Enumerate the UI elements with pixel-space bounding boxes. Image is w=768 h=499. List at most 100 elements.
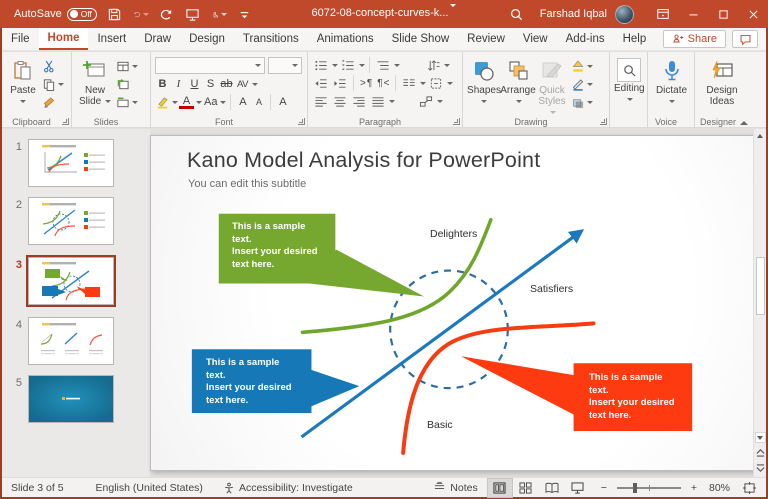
text-shadow-button[interactable]: S <box>203 76 218 92</box>
slide-sorter-view-button[interactable] <box>513 478 539 498</box>
accessibility-status[interactable]: Accessibility: Investigate <box>214 482 362 494</box>
align-right-button[interactable] <box>350 93 368 109</box>
zoom-slider-thumb[interactable] <box>633 483 637 493</box>
italic-button[interactable]: I <box>171 76 186 92</box>
tab-design[interactable]: Design <box>180 28 234 50</box>
red-callout-text[interactable]: This is a sample text. Insert your desir… <box>589 372 691 422</box>
red-callout-tail[interactable] <box>461 356 575 415</box>
clipboard-dialog-launcher[interactable] <box>62 118 69 125</box>
dictate-button[interactable]: Dictate <box>652 55 691 107</box>
font-name-combo[interactable] <box>155 57 265 74</box>
ribbon-display-options-icon[interactable] <box>648 0 678 28</box>
design-ideas-button[interactable]: Design Ideas <box>699 55 745 107</box>
thumbnail-slide-3-selected[interactable]: 3 <box>2 257 150 305</box>
paragraph-marks-left-button[interactable]: ¶< <box>375 75 391 91</box>
scrollbar-thumb[interactable] <box>756 257 765 315</box>
user-name[interactable]: Farshad Iqbal <box>540 8 607 20</box>
slide-show-button[interactable] <box>565 478 591 498</box>
thumbnail-slide-4[interactable]: 4 <box>2 317 150 365</box>
font-dialog-launcher[interactable] <box>298 118 305 125</box>
tab-insert[interactable]: Insert <box>88 28 135 50</box>
character-spacing-dropdown[interactable] <box>252 83 258 86</box>
align-text-button[interactable] <box>427 75 445 91</box>
green-callout-text[interactable]: This is a sample text. Insert your desir… <box>232 221 334 271</box>
columns-button[interactable] <box>400 75 418 91</box>
align-left-button[interactable] <box>312 93 330 109</box>
tab-view[interactable]: View <box>514 28 557 50</box>
clear-formatting-button[interactable]: A <box>275 94 290 110</box>
tab-transitions[interactable]: Transitions <box>234 28 308 50</box>
slide-canvas[interactable]: Kano Model Analysis for PowerPoint You c… <box>150 135 754 471</box>
grow-font-button[interactable]: A <box>235 94 250 110</box>
scroll-down-icon[interactable] <box>755 432 766 443</box>
strikethrough-button[interactable]: ab <box>219 76 234 92</box>
zoom-level[interactable]: 80% <box>703 482 736 494</box>
document-title[interactable]: 6072-08-concept-curves-k... <box>312 7 449 19</box>
slide-4-preview[interactable] <box>28 317 114 365</box>
touch-mouse-mode-icon[interactable] <box>211 6 227 22</box>
thumbnail-slide-1[interactable]: 1 <box>2 139 150 187</box>
undo-icon[interactable] <box>133 6 149 22</box>
tab-add-ins[interactable]: Add-ins <box>557 28 614 50</box>
tab-file[interactable]: File <box>2 28 39 50</box>
satisfiers-label[interactable]: Satisfiers <box>530 283 573 295</box>
blue-callout-text[interactable]: This is a sample text. Insert your desir… <box>206 357 308 407</box>
tab-help[interactable]: Help <box>614 28 656 50</box>
comments-button[interactable] <box>732 30 758 48</box>
autosave-switch[interactable]: Off <box>67 8 97 21</box>
notes-button[interactable]: Notes <box>424 482 486 494</box>
search-icon[interactable] <box>502 0 532 28</box>
quick-styles-button[interactable]: Quick Styles <box>535 55 569 118</box>
scroll-up-icon[interactable] <box>755 129 766 142</box>
title-dropdown-icon[interactable] <box>450 4 456 19</box>
list-level-button[interactable] <box>374 57 392 73</box>
highlight-color-button[interactable] <box>155 94 170 110</box>
shrink-font-button[interactable]: A <box>251 94 266 110</box>
font-size-combo[interactable] <box>268 57 302 74</box>
previous-slide-button[interactable] <box>755 446 766 459</box>
basic-label[interactable]: Basic <box>427 419 453 431</box>
new-slide-button[interactable]: New Slide <box>76 55 114 107</box>
justify-button[interactable] <box>369 93 387 109</box>
font-color-button[interactable]: A <box>179 95 194 109</box>
align-center-button[interactable] <box>331 93 349 109</box>
share-button[interactable]: Share <box>663 30 726 48</box>
customize-qat-icon[interactable] <box>237 6 253 22</box>
underline-button[interactable]: U <box>187 76 202 92</box>
slide-5-preview[interactable] <box>28 375 114 423</box>
vertical-scrollbar[interactable] <box>753 129 766 477</box>
drawing-dialog-launcher[interactable] <box>600 118 607 125</box>
section-button[interactable] <box>114 94 140 110</box>
reading-view-button[interactable] <box>539 478 565 498</box>
maximize-button[interactable] <box>708 0 738 28</box>
shape-outline-button[interactable] <box>569 76 595 92</box>
close-button[interactable] <box>738 0 768 28</box>
paste-button[interactable]: Paste <box>6 55 40 107</box>
next-slide-button[interactable] <box>755 462 766 475</box>
normal-view-button[interactable] <box>487 478 513 498</box>
character-spacing-button[interactable]: AV <box>235 76 250 92</box>
bold-button[interactable]: B <box>155 76 170 92</box>
paragraph-marks-right-button[interactable]: >¶ <box>358 75 374 91</box>
minimize-button[interactable] <box>678 0 708 28</box>
fit-slide-to-window-button[interactable] <box>736 478 762 498</box>
tab-animations[interactable]: Animations <box>308 28 383 50</box>
reset-slide-button[interactable] <box>114 76 140 92</box>
text-direction-button[interactable] <box>424 57 442 73</box>
change-case-button[interactable]: Aa <box>203 94 218 110</box>
slide-layout-button[interactable] <box>114 58 140 74</box>
save-icon[interactable] <box>107 6 123 22</box>
slide-1-preview[interactable] <box>28 139 114 187</box>
format-painter-button[interactable] <box>40 94 66 110</box>
copy-button[interactable] <box>40 76 66 92</box>
thumbnail-slide-5[interactable]: 5 <box>2 375 150 423</box>
shapes-button[interactable]: Shapes <box>467 55 501 107</box>
increase-indent-button[interactable] <box>331 75 349 91</box>
decrease-indent-button[interactable] <box>312 75 330 91</box>
zoom-in-button[interactable]: + <box>687 482 703 494</box>
paragraph-dialog-launcher[interactable] <box>453 118 460 125</box>
tab-slide-show[interactable]: Slide Show <box>383 28 459 50</box>
shape-fill-button[interactable] <box>569 58 595 74</box>
tab-home[interactable]: Home <box>39 28 89 50</box>
convert-to-smartart-button[interactable] <box>417 93 435 109</box>
